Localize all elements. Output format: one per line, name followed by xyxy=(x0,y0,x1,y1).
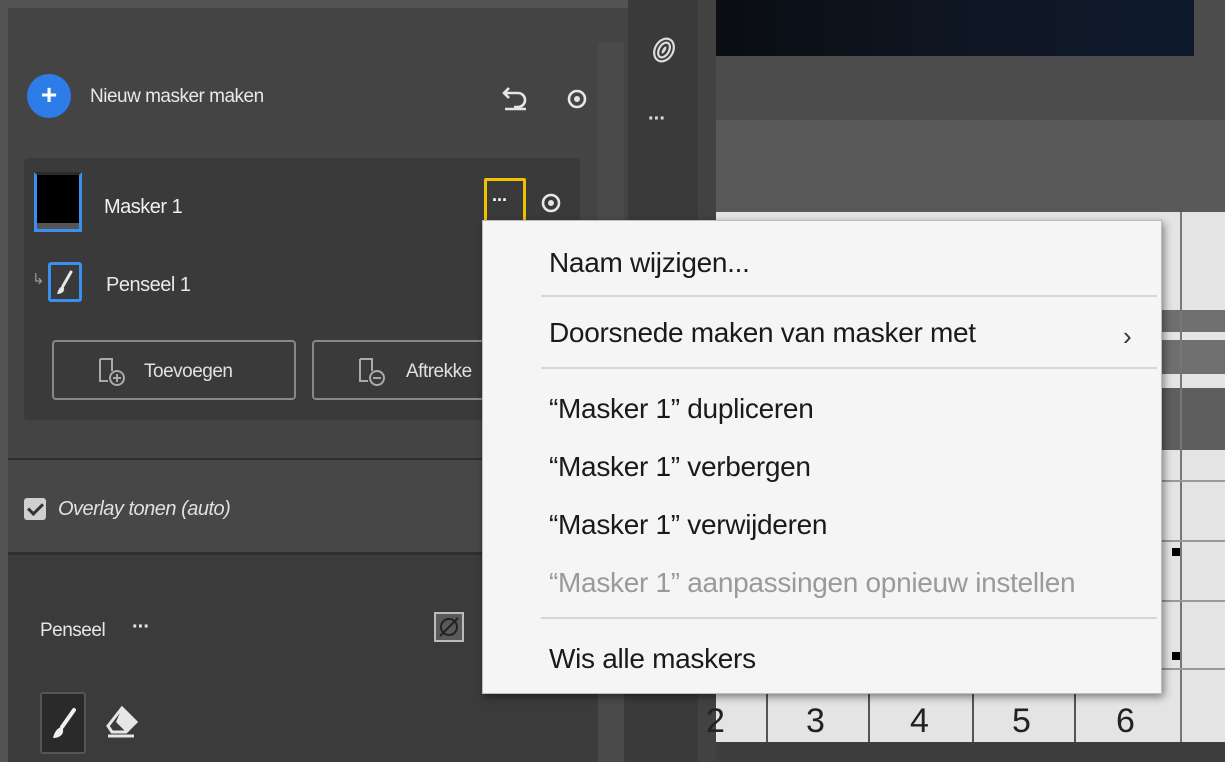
mask-context-menu: Naam wijzigen... Doorsnede maken van mas… xyxy=(482,220,1162,694)
menu-item-duplicate[interactable]: “Masker 1” dupliceren xyxy=(549,393,814,425)
tool-strip-more-icon[interactable]: ··· xyxy=(648,108,666,131)
brush-subitem-name[interactable]: Penseel 1 xyxy=(106,274,191,297)
grid-handle[interactable] xyxy=(1172,652,1180,660)
brush-icon xyxy=(57,270,73,294)
grid-line xyxy=(1162,480,1225,482)
brush-more-icon[interactable]: ··· xyxy=(132,616,150,639)
new-mask-button[interactable]: + xyxy=(27,74,71,118)
grid-header-bar xyxy=(1162,310,1225,332)
invert-mask-icon[interactable] xyxy=(434,612,464,642)
menu-separator xyxy=(541,295,1157,297)
menu-item-clear-all-masks[interactable]: Wis alle maskers xyxy=(549,643,756,675)
add-button-label: Toevoegen xyxy=(144,361,233,382)
subtract-button-label: Aftrekke xyxy=(406,361,472,382)
column-number: 4 xyxy=(910,702,929,740)
mask-thumbnail[interactable] xyxy=(34,172,82,232)
grid-line xyxy=(1162,600,1225,602)
column-number: 5 xyxy=(1012,702,1031,740)
brush-thumbnail[interactable] xyxy=(48,262,82,302)
grid-line xyxy=(1162,540,1225,542)
menu-item-rename[interactable]: Naam wijzigen... xyxy=(549,247,750,279)
menu-item-delete[interactable]: “Masker 1” verwijderen xyxy=(549,509,827,541)
grid-header-bar xyxy=(1162,388,1225,450)
grid-line xyxy=(1180,212,1182,742)
add-button[interactable]: Toevoegen xyxy=(52,340,296,400)
canvas-bottom-bar xyxy=(716,742,1225,762)
menu-separator xyxy=(541,617,1157,619)
brush-tool-button[interactable] xyxy=(40,692,86,754)
canvas-band xyxy=(716,120,1225,212)
fingerprint-icon[interactable] xyxy=(648,34,680,66)
menu-separator xyxy=(541,367,1157,369)
overlay-checkbox[interactable] xyxy=(24,498,46,520)
overlay-checkbox-label[interactable]: Overlay tonen (auto) xyxy=(58,498,231,521)
add-mask-icon xyxy=(99,358,125,386)
menu-item-intersect[interactable]: Doorsnede maken van masker met xyxy=(549,317,976,349)
column-number: 6 xyxy=(1116,702,1135,740)
subtract-button[interactable]: Aftrekke xyxy=(312,340,502,400)
brush-icon xyxy=(53,708,76,738)
eye-icon[interactable] xyxy=(566,88,588,110)
eraser-icon[interactable] xyxy=(104,704,140,740)
mask-name[interactable]: Masker 1 xyxy=(104,196,183,219)
menu-item-hide[interactable]: “Masker 1” verbergen xyxy=(549,451,811,483)
eye-icon[interactable] xyxy=(540,192,562,214)
submenu-chevron-icon: › xyxy=(1123,321,1132,351)
menu-item-reset-adjustments: “Masker 1” aanpassingen opnieuw instelle… xyxy=(549,567,1076,598)
column-number: 3 xyxy=(806,702,825,740)
undo-icon[interactable] xyxy=(500,82,530,112)
subtract-mask-icon xyxy=(359,358,385,386)
grid-header-bar xyxy=(1162,340,1225,374)
column-number: 2 xyxy=(706,702,725,740)
more-options-icon[interactable]: ··· xyxy=(492,190,508,211)
brush-section-label: Penseel xyxy=(40,620,106,641)
subitem-arrow-icon: ↳ xyxy=(32,271,45,288)
canvas-image-strip xyxy=(716,0,1194,56)
grid-handle[interactable] xyxy=(1172,548,1180,556)
new-mask-label[interactable]: Nieuw masker maken xyxy=(90,86,264,108)
